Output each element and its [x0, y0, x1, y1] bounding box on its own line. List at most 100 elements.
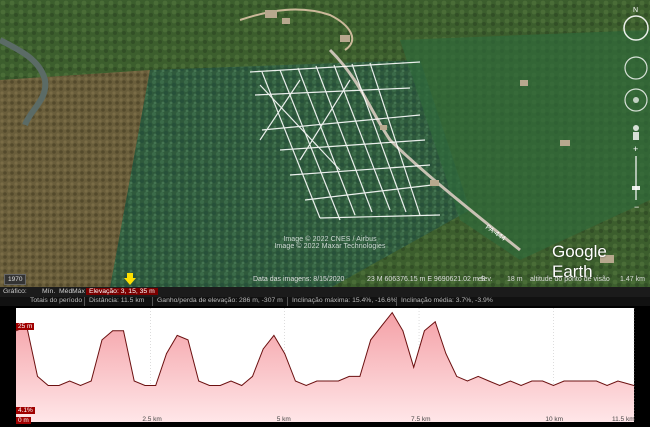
elevation-point	[391, 312, 393, 313]
svg-text:+: +	[633, 144, 638, 154]
elevation-label: elev.	[478, 276, 493, 283]
elevation-point	[520, 385, 522, 386]
x-tick-label: 2.5 km	[142, 416, 162, 423]
elevation-point	[348, 376, 350, 377]
max-slope-stat: Inclinação máxima: 15.4%, -16.6%	[287, 297, 401, 306]
elevation-point	[90, 380, 92, 382]
elevation-point	[434, 321, 436, 323]
elevation-point	[295, 380, 296, 382]
look-joystick-icon[interactable]	[624, 56, 648, 80]
cursor-marker-arrow-icon	[124, 273, 136, 285]
elevation-point	[402, 330, 404, 332]
graph-max-button[interactable]: Máx	[72, 288, 85, 295]
x-tick-label: 7.5 km	[411, 416, 431, 423]
elevation-point	[219, 385, 221, 386]
compass-icon[interactable]: N	[623, 7, 649, 41]
elevation-point	[198, 380, 200, 382]
elevation-point	[133, 380, 135, 382]
elevation-point	[585, 380, 586, 382]
y-max-label: 25 m	[16, 323, 35, 330]
x-tick-label: 10 km	[545, 416, 563, 423]
pegman-icon[interactable]	[633, 125, 639, 140]
elevation-point	[187, 339, 189, 341]
elevation-point	[424, 330, 425, 332]
slope-label: 4.1%	[16, 407, 35, 414]
elevation-point	[15, 330, 17, 332]
elevation-point	[144, 385, 146, 386]
elevation-point	[80, 385, 81, 386]
elevation-point	[467, 380, 468, 382]
elevation-point	[338, 380, 339, 382]
elevation-point	[69, 380, 71, 382]
navigation-controls: N + −	[623, 7, 649, 212]
elevation-point	[413, 366, 415, 368]
elevation-point	[58, 385, 60, 386]
attribution-line-1: Image © 2022 CNES / Airbus	[283, 236, 377, 243]
elevation-point	[563, 380, 565, 382]
elevation-point	[488, 380, 490, 382]
elevation-point	[370, 339, 372, 341]
historical-year-badge[interactable]: 1970	[4, 274, 27, 285]
range-totals-label: Totais do período	[30, 297, 83, 304]
elevation-point	[359, 376, 361, 377]
graph-label: Gráfico:	[3, 288, 27, 295]
eye-altitude-value: 1.47 km	[620, 276, 645, 283]
elevation-point	[209, 385, 210, 386]
elevation-point	[230, 380, 232, 382]
elevation-point	[273, 335, 275, 336]
svg-text:−: −	[634, 202, 639, 212]
elevation-point	[531, 380, 533, 382]
elevation-point	[241, 385, 243, 386]
elevation-point	[101, 339, 103, 341]
elevation-point	[445, 353, 447, 354]
zoom-slider[interactable]: + −	[632, 144, 640, 212]
cursor-coordinates: 23 M 606376.15 m E 9690621.02 m S	[367, 276, 486, 283]
attribution-line-2: Image © 2022 Maxar Technologies	[274, 243, 386, 250]
x-tick-label: 5 km	[277, 416, 291, 423]
elevation-readout: Elevação: 3, 15, 35 m	[86, 288, 158, 295]
elevation-point	[37, 376, 38, 377]
avg-slope-stat: Inclinação média: 3.7%, -3.9%	[396, 297, 497, 306]
elevation-point	[155, 385, 157, 386]
eye-altitude-label: altitude do ponto de visão	[530, 276, 610, 283]
elevation-point	[596, 380, 597, 382]
elevation-point	[606, 385, 608, 386]
elevation-point	[510, 380, 511, 382]
elevation-point	[574, 380, 576, 382]
x-tick-label: 11.5 km	[612, 416, 635, 423]
elevation-point	[305, 385, 307, 386]
elevation-point	[553, 385, 554, 386]
elevation-point	[262, 348, 264, 350]
imagery-date: Data das imagens: 8/15/2020	[253, 276, 345, 283]
elevation-point	[542, 380, 543, 382]
map-attribution: Image © 2022 CNES / Airbus Image © 2022 …	[270, 236, 390, 250]
profile-stats-bar: Totais do período Distância: 11.5 km Gan…	[0, 297, 650, 306]
elevation-point	[123, 330, 124, 332]
elevation-profile-panel[interactable]: 2.5 km 5 km 7.5 km 10 km 11.5 km 25 m 4.1% 0…	[0, 306, 650, 427]
elevation-point	[112, 330, 114, 332]
elevation-point	[617, 380, 619, 382]
elevation-point	[381, 325, 382, 327]
elevation-point	[176, 335, 178, 336]
map-status-bar: Data das imagens: 8/15/2020 23 M 606376.…	[0, 274, 650, 287]
distance-stat: Distância: 11.5 km	[84, 297, 148, 306]
elevation-point	[499, 385, 501, 386]
gain-loss-stat: Ganho/perda de elevação: 286 m, -307 m	[152, 297, 287, 306]
elevation-point	[166, 353, 167, 354]
move-joystick-icon[interactable]	[624, 88, 648, 112]
google-earth-window: PA-444 Image © 2022 CNES / Airbus Image …	[0, 0, 650, 427]
elevation-point	[316, 380, 318, 382]
elevation-point	[633, 385, 635, 386]
elevation-profile-chart[interactable]: 2.5 km 5 km 7.5 km 10 km 11.5 km	[0, 306, 650, 427]
elevation-point	[284, 353, 286, 354]
y-min-label: 0 m	[16, 417, 31, 424]
graph-min-button[interactable]: Mín.	[42, 288, 55, 295]
elevation-profile-toolbar: Gráfico: Mín. Méd. Máx Elevação: 3, 15, …	[0, 287, 650, 297]
elevation-value: 18 m	[507, 276, 523, 283]
elevation-point	[47, 385, 49, 386]
svg-text:N: N	[633, 7, 638, 14]
elevation-point	[327, 380, 329, 382]
elevation-point	[252, 376, 253, 377]
elevation-point	[456, 376, 458, 377]
elevation-point	[477, 376, 479, 377]
